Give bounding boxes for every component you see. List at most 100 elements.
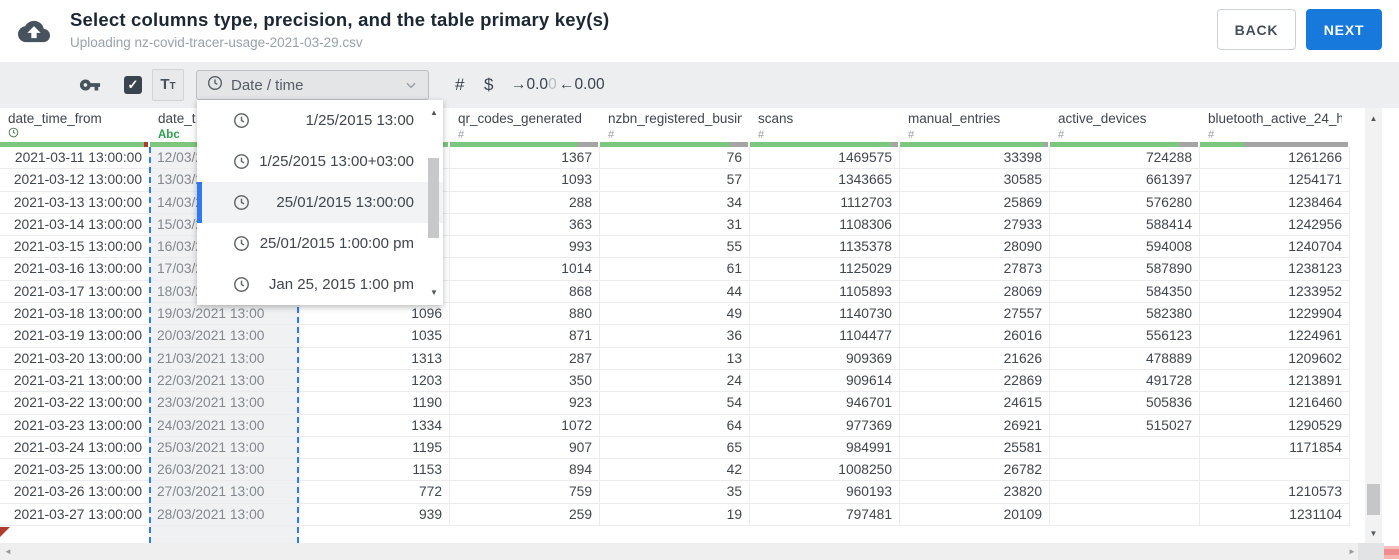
table-cell[interactable]: 2021-03-15 13:00:00 — [0, 236, 150, 258]
table-cell[interactable]: 984991 — [750, 436, 900, 459]
column-header-manual_entries[interactable]: manual_entries # — [900, 108, 1050, 147]
table-cell[interactable]: 26/03/2021 13:00 — [150, 459, 300, 481]
table-cell[interactable]: 977369 — [750, 414, 900, 436]
table-cell[interactable]: 1108306 — [750, 213, 900, 236]
table-cell[interactable]: 22869 — [900, 369, 1050, 392]
vertical-scrollbar[interactable]: ▲ ▼ — [1365, 108, 1382, 543]
currency-type-button[interactable]: $ — [484, 75, 493, 95]
back-button[interactable]: BACK — [1217, 9, 1296, 50]
table-cell[interactable]: 515027 — [1050, 414, 1200, 436]
horizontal-scrollbar[interactable]: ◄ ► — [0, 543, 1384, 560]
table-cell[interactable]: 946701 — [750, 392, 900, 414]
table-cell[interactable]: 2021-03-25 13:00:00 — [0, 459, 150, 481]
next-button[interactable]: NEXT — [1306, 9, 1382, 50]
table-cell[interactable]: 54 — [600, 392, 750, 414]
table-cell[interactable]: 1224961 — [1200, 325, 1350, 347]
table-cell[interactable]: 33398 — [900, 147, 1050, 169]
table-cell[interactable]: 65 — [600, 436, 750, 459]
table-cell[interactable]: 1140730 — [750, 303, 900, 325]
column-header-qr_codes_generated[interactable]: qr_codes_generated # — [450, 108, 600, 147]
table-cell[interactable]: 1153 — [300, 459, 450, 481]
table-cell[interactable]: 26921 — [900, 414, 1050, 436]
table-cell[interactable]: 23820 — [900, 481, 1050, 503]
table-cell[interactable]: 797481 — [750, 503, 900, 526]
table-cell[interactable]: 23/03/2021 13:00 — [150, 392, 300, 414]
table-cell[interactable]: 1231104 — [1200, 503, 1350, 526]
table-cell[interactable]: 20109 — [900, 503, 1050, 526]
table-cell[interactable]: 2021-03-19 13:00:00 — [0, 325, 150, 347]
include-column-checkbox[interactable]: ✓ — [124, 76, 142, 94]
table-cell[interactable]: 25581 — [900, 436, 1050, 459]
column-header-bluetooth_active_24_hr_[interactable]: bluetooth_active_24_hr_ # — [1200, 108, 1350, 147]
table-cell[interactable]: 868 — [450, 280, 600, 303]
table-cell[interactable]: 2021-03-11 13:00:00 — [0, 147, 150, 169]
table-cell[interactable]: 25869 — [900, 191, 1050, 213]
table-cell[interactable]: 1238464 — [1200, 191, 1350, 213]
column-type-select[interactable]: Date / time — [196, 70, 429, 100]
table-cell[interactable]: 993 — [450, 236, 600, 258]
number-type-button[interactable]: # — [455, 75, 464, 95]
table-cell[interactable]: 772 — [300, 481, 450, 503]
vertical-scroll-thumb[interactable] — [1367, 484, 1380, 515]
table-cell[interactable]: 1343665 — [750, 169, 900, 191]
table-cell[interactable]: 24615 — [900, 392, 1050, 414]
table-cell[interactable]: 871 — [450, 325, 600, 347]
table-cell[interactable]: 1216460 — [1200, 392, 1350, 414]
table-cell[interactable]: 44 — [600, 280, 750, 303]
table-cell[interactable]: 1093 — [450, 169, 600, 191]
table-cell[interactable]: 907 — [450, 436, 600, 459]
table-cell[interactable]: 61 — [600, 258, 750, 280]
table-cell[interactable]: 259 — [450, 503, 600, 526]
table-cell[interactable]: 49 — [600, 303, 750, 325]
table-cell[interactable]: 21/03/2021 13:00 — [150, 347, 300, 369]
primary-key-icon[interactable] — [79, 74, 101, 96]
table-cell[interactable] — [1050, 503, 1200, 526]
table-cell[interactable]: 19 — [600, 503, 750, 526]
table-cell[interactable]: 939 — [300, 503, 450, 526]
table-cell[interactable]: 25/03/2021 13:00 — [150, 436, 300, 459]
column-header-scans[interactable]: scans # — [750, 108, 900, 147]
table-cell[interactable]: 1240704 — [1200, 236, 1350, 258]
table-cell[interactable]: 923 — [450, 392, 600, 414]
table-cell[interactable]: 880 — [450, 303, 600, 325]
table-cell[interactable]: 28090 — [900, 236, 1050, 258]
text-type-button[interactable]: Tt — [152, 69, 184, 101]
table-cell[interactable]: 2021-03-22 13:00:00 — [0, 392, 150, 414]
table-cell[interactable]: 1334 — [300, 414, 450, 436]
table-cell[interactable]: 2021-03-17 13:00:00 — [0, 280, 150, 303]
table-cell[interactable]: 584350 — [1050, 280, 1200, 303]
table-cell[interactable]: 1233952 — [1200, 280, 1350, 303]
table-cell[interactable]: 505836 — [1050, 392, 1200, 414]
table-cell[interactable]: 287 — [450, 347, 600, 369]
column-header-active_devices[interactable]: active_devices # — [1050, 108, 1200, 147]
table-cell[interactable]: 1035 — [300, 325, 450, 347]
table-cell[interactable]: 1190 — [300, 392, 450, 414]
table-cell[interactable]: 27933 — [900, 213, 1050, 236]
scroll-down-arrow[interactable]: ▼ — [1365, 529, 1382, 538]
table-cell[interactable]: 55 — [600, 236, 750, 258]
table-cell[interactable]: 1469575 — [750, 147, 900, 169]
table-cell[interactable]: 1112703 — [750, 191, 900, 213]
table-cell[interactable]: 556123 — [1050, 325, 1200, 347]
table-cell[interactable]: 1195 — [300, 436, 450, 459]
table-cell[interactable]: 2021-03-24 13:00:00 — [0, 436, 150, 459]
table-cell[interactable]: 576280 — [1050, 191, 1200, 213]
table-cell[interactable]: 1135378 — [750, 236, 900, 258]
table-cell[interactable]: 1203 — [300, 369, 450, 392]
dropdown-scroll-down-arrow[interactable]: ▼ — [427, 288, 441, 297]
column-header-date_time_from[interactable]: date_time_from — [0, 108, 150, 147]
table-cell[interactable]: 1254171 — [1200, 169, 1350, 191]
table-cell[interactable]: 2021-03-16 13:00:00 — [0, 258, 150, 280]
increase-precision-button[interactable]: →0.00 — [511, 76, 557, 94]
table-cell[interactable]: 491728 — [1050, 369, 1200, 392]
dropdown-scroll-up-arrow[interactable]: ▲ — [427, 108, 441, 117]
table-cell[interactable] — [1050, 481, 1200, 503]
table-cell[interactable]: 30585 — [900, 169, 1050, 191]
dropdown-scrollbar[interactable]: ▲ ▼ — [427, 100, 441, 305]
date-format-option[interactable]: 25/01/2015 1:00:00 pm — [197, 223, 443, 264]
table-cell[interactable]: 1008250 — [750, 459, 900, 481]
table-cell[interactable]: 1096 — [300, 303, 450, 325]
table-cell[interactable] — [1050, 436, 1200, 459]
column-header-nzbn_registered_busine[interactable]: nzbn_registered_busine # — [600, 108, 750, 147]
table-cell[interactable]: 28069 — [900, 280, 1050, 303]
